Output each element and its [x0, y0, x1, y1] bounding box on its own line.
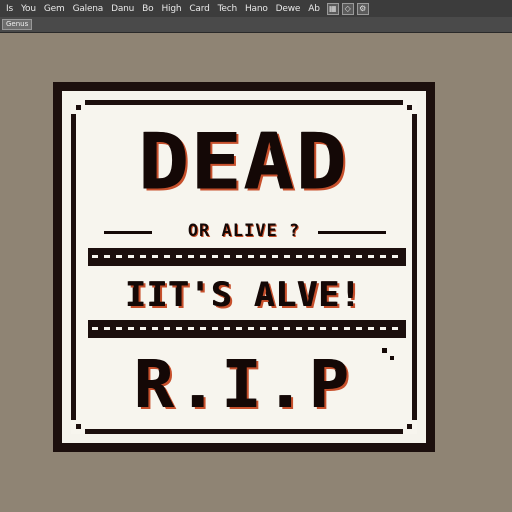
- menu-item[interactable]: You: [17, 4, 40, 14]
- menu-item[interactable]: High: [157, 4, 185, 14]
- genus-field[interactable]: Genus: [2, 19, 33, 30]
- grid-icon[interactable]: ▦: [326, 2, 339, 15]
- middle-text: IIT'S ALVE!: [125, 275, 363, 315]
- corner-ornament: [71, 420, 85, 434]
- menu-item[interactable]: Galena: [69, 4, 108, 14]
- menu-bar: Is You Gem Galena Danu Bo High Card Tech…: [0, 0, 512, 17]
- shape-icon[interactable]: ◇: [341, 2, 354, 15]
- pixel-mark: [390, 356, 394, 360]
- menu-item[interactable]: Is: [2, 4, 17, 14]
- menu-tools: ▦ ◇ ⚙: [326, 2, 369, 15]
- menu-item[interactable]: Tech: [214, 4, 241, 14]
- rule-right: [318, 231, 386, 234]
- rip-text: R.I.P: [134, 346, 354, 423]
- settings-icon[interactable]: ⚙: [356, 2, 369, 15]
- options-bar: Genus: [0, 17, 512, 33]
- menu-item[interactable]: Dewe: [272, 4, 305, 14]
- menu-item[interactable]: Hano: [241, 4, 272, 14]
- menu-item[interactable]: Gem: [40, 4, 69, 14]
- divider-bar-top: [88, 248, 406, 266]
- pixel-mark: [382, 348, 387, 353]
- corner-ornament: [403, 420, 417, 434]
- corner-ornament: [403, 100, 417, 114]
- title-dead: DEAD: [138, 116, 350, 208]
- menu-item[interactable]: Card: [185, 4, 213, 14]
- divider-bar-bottom: [88, 320, 406, 338]
- menu-item[interactable]: Bo: [138, 4, 157, 14]
- menu-item[interactable]: Danu: [107, 4, 138, 14]
- menu-item[interactable]: Ab: [304, 4, 323, 14]
- corner-ornament: [71, 100, 85, 114]
